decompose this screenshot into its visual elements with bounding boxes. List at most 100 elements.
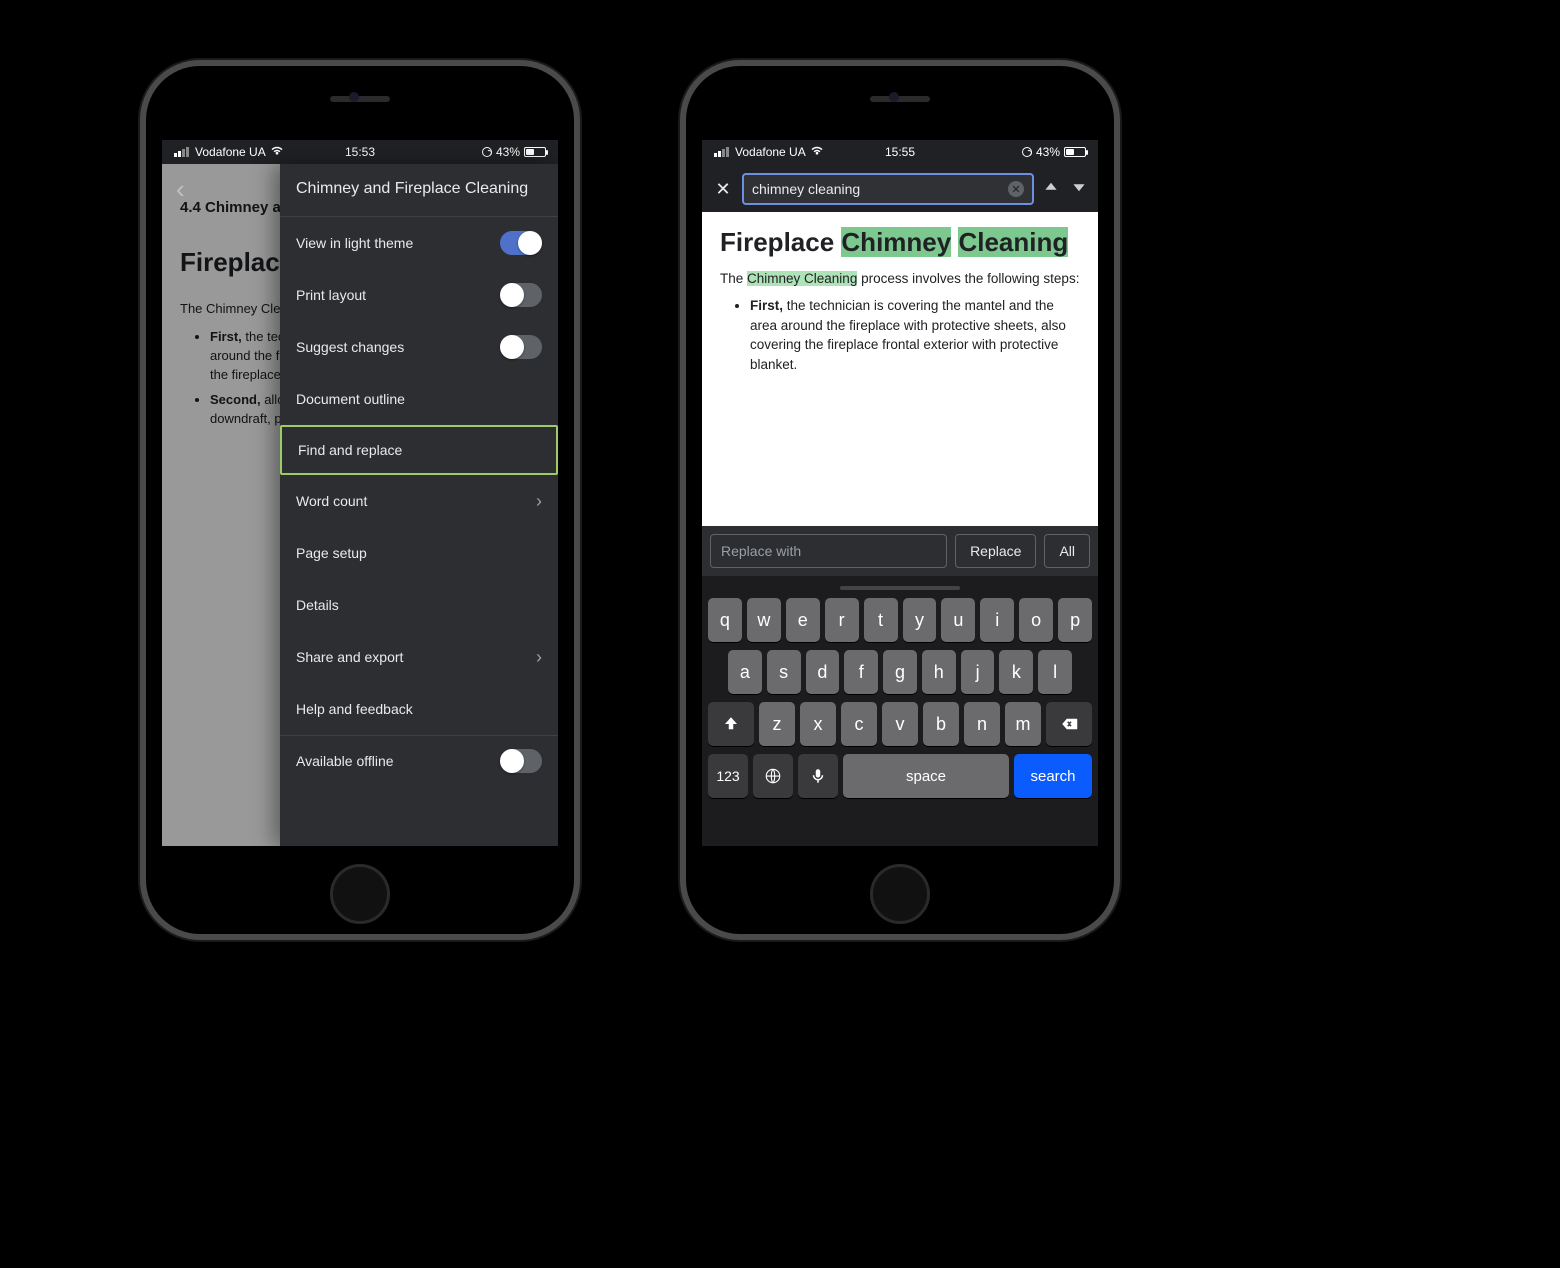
close-find-button[interactable]: ✕ — [710, 179, 736, 200]
device-frame-right: Vodafone UA 15:55 43% ✕ — [680, 60, 1120, 940]
carrier-text: Vodafone UA — [735, 145, 806, 159]
key-backspace[interactable] — [1046, 702, 1092, 746]
rotation-lock-icon — [482, 147, 492, 157]
key-w[interactable]: w — [747, 598, 781, 642]
next-match-button[interactable] — [1068, 180, 1090, 199]
menu-print-layout[interactable]: Print layout — [280, 269, 558, 321]
key-shift[interactable] — [708, 702, 754, 746]
replace-all-button[interactable]: All — [1044, 534, 1090, 568]
status-bar: Vodafone UA 15:55 43% — [702, 140, 1098, 164]
key-t[interactable]: t — [864, 598, 898, 642]
key-dictation[interactable] — [798, 754, 838, 798]
find-bar: ✕ chimney cleaning ✕ — [702, 166, 1098, 212]
menu-item-label: Word count — [296, 493, 367, 509]
match-highlight: Cleaning — [958, 227, 1068, 257]
find-input[interactable]: chimney cleaning ✕ — [742, 173, 1034, 205]
key-q[interactable]: q — [708, 598, 742, 642]
replace-input[interactable]: Replace with — [710, 534, 947, 568]
key-c[interactable]: c — [841, 702, 877, 746]
menu-item-label: Share and export — [296, 649, 403, 665]
menu-document-outline[interactable]: Document outline — [280, 373, 558, 425]
key-p[interactable]: p — [1058, 598, 1092, 642]
key-z[interactable]: z — [759, 702, 795, 746]
document-content[interactable]: Fireplace Chimney Cleaning The Chimney C… — [702, 212, 1098, 526]
key-m[interactable]: m — [1005, 702, 1041, 746]
home-button[interactable] — [870, 864, 930, 924]
toggle-available-offline[interactable] — [500, 749, 542, 773]
key-globe[interactable] — [753, 754, 793, 798]
key-y[interactable]: y — [903, 598, 937, 642]
chevron-right-icon: › — [536, 647, 542, 668]
replace-placeholder: Replace with — [721, 543, 801, 559]
menu-item-label: Print layout — [296, 287, 366, 303]
menu-item-label: Details — [296, 597, 339, 613]
key-f[interactable]: f — [844, 650, 878, 694]
key-row-bottom: 123 space search — [706, 754, 1094, 798]
menu-share-and-export[interactable]: Share and export › — [280, 631, 558, 683]
key-a[interactable]: a — [728, 650, 762, 694]
key-u[interactable]: u — [941, 598, 975, 642]
key-row-1: q w e r t y u i o p — [706, 598, 1094, 642]
doc-bullet: First, the technician is covering the ma… — [750, 296, 1080, 374]
menu-find-and-replace[interactable]: Find and replace — [280, 425, 558, 475]
battery-icon — [524, 147, 546, 157]
menu-details[interactable]: Details — [280, 579, 558, 631]
key-l[interactable]: l — [1038, 650, 1072, 694]
carrier-text: Vodafone UA — [195, 145, 266, 159]
find-input-value: chimney cleaning — [752, 181, 860, 197]
key-i[interactable]: i — [980, 598, 1014, 642]
screen-right: Vodafone UA 15:55 43% ✕ — [702, 140, 1098, 846]
back-button[interactable]: ‹ — [176, 174, 185, 205]
key-v[interactable]: v — [882, 702, 918, 746]
wifi-icon — [270, 145, 284, 159]
key-space[interactable]: space — [843, 754, 1009, 798]
home-button[interactable] — [330, 864, 390, 924]
menu-item-label: Suggest changes — [296, 339, 404, 355]
replace-button[interactable]: Replace — [955, 534, 1036, 568]
menu-help-and-feedback[interactable]: Help and feedback — [280, 683, 558, 735]
chevron-right-icon: › — [536, 491, 542, 512]
key-h[interactable]: h — [922, 650, 956, 694]
menu-item-label: Available offline — [296, 753, 394, 769]
prev-match-button[interactable] — [1040, 180, 1062, 199]
key-o[interactable]: o — [1019, 598, 1053, 642]
clear-search-icon[interactable]: ✕ — [1008, 181, 1024, 197]
key-e[interactable]: e — [786, 598, 820, 642]
key-search[interactable]: search — [1014, 754, 1092, 798]
keyboard-handle — [840, 586, 960, 590]
menu-item-label: Document outline — [296, 391, 405, 407]
key-d[interactable]: d — [806, 650, 840, 694]
key-n[interactable]: n — [964, 702, 1000, 746]
screen-left: Vodafone UA 15:53 43% 4.4 Chimney and Fi — [162, 140, 558, 846]
menu-page-setup[interactable]: Page setup — [280, 527, 558, 579]
menu-available-offline[interactable]: Available offline — [280, 735, 558, 787]
menu-suggest-changes[interactable]: Suggest changes — [280, 321, 558, 373]
key-row-2: a s d f g h j k l — [706, 650, 1094, 694]
key-b[interactable]: b — [923, 702, 959, 746]
doc-title: Fireplace Chimney Cleaning — [720, 226, 1080, 259]
wifi-icon — [810, 145, 824, 159]
key-j[interactable]: j — [961, 650, 995, 694]
menu-view-light-theme[interactable]: View in light theme — [280, 217, 558, 269]
doc-intro: The Chimney Cleaning process involves th… — [720, 269, 1080, 289]
toggle-print-layout[interactable] — [500, 283, 542, 307]
menu-item-label: View in light theme — [296, 235, 413, 251]
key-s[interactable]: s — [767, 650, 801, 694]
key-g[interactable]: g — [883, 650, 917, 694]
key-numbers[interactable]: 123 — [708, 754, 748, 798]
key-r[interactable]: r — [825, 598, 859, 642]
key-x[interactable]: x — [800, 702, 836, 746]
toggle-light-theme[interactable] — [500, 231, 542, 255]
speaker — [870, 96, 930, 102]
front-camera — [349, 92, 359, 102]
key-k[interactable]: k — [999, 650, 1033, 694]
menu-word-count[interactable]: Word count › — [280, 475, 558, 527]
stage: Vodafone UA 15:53 43% 4.4 Chimney and Fi — [0, 0, 1560, 1268]
keyboard: q w e r t y u i o p a s d — [702, 576, 1098, 846]
status-bar: Vodafone UA 15:53 43% — [162, 140, 558, 164]
match-highlight: Chimney — [841, 227, 951, 257]
menu-item-label: Page setup — [296, 545, 367, 561]
rotation-lock-icon — [1022, 147, 1032, 157]
toggle-suggest-changes[interactable] — [500, 335, 542, 359]
device-frame-left: Vodafone UA 15:53 43% 4.4 Chimney and Fi — [140, 60, 580, 940]
